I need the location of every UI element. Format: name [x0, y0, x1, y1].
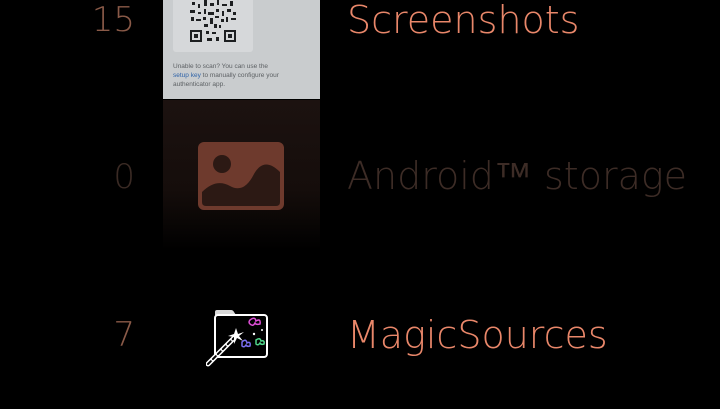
folder-name: Screenshots [347, 0, 580, 42]
scan-text-line2: to manually configure your [202, 72, 279, 79]
folder-row-magicsources[interactable]: 7 MagicSources [0, 280, 720, 390]
folder-count: 15 [91, 0, 135, 40]
folder-list-screen: 15 Unable to scan? You can use the setup… [0, 0, 720, 409]
folder-name: Android™ storage [347, 154, 688, 198]
folder-thumbnail-android-storage[interactable] [163, 100, 320, 250]
folder-count: 7 [113, 315, 135, 355]
folder-name: MagicSources [347, 313, 608, 357]
folder-row-screenshots[interactable]: 15 Unable to scan? You can use the setup… [0, 0, 720, 100]
folder-count: 0 [113, 157, 135, 197]
folder-row-android-storage[interactable]: 0 Android™ storage [0, 100, 720, 250]
scan-text-line1: Unable to scan? You can use the [173, 63, 269, 70]
setup-key-link: setup key [173, 72, 201, 79]
qr-code-image [173, 0, 253, 52]
qr-code-icon [186, 0, 240, 48]
image-placeholder-icon [198, 142, 284, 210]
folder-thumbnail-screenshots[interactable]: Unable to scan? You can use the setup ke… [163, 0, 320, 99]
scan-text-line3: authenticator app. [173, 81, 226, 88]
magic-folder-icon [206, 310, 268, 367]
scan-instructions: Unable to scan? You can use the setup ke… [173, 62, 313, 89]
